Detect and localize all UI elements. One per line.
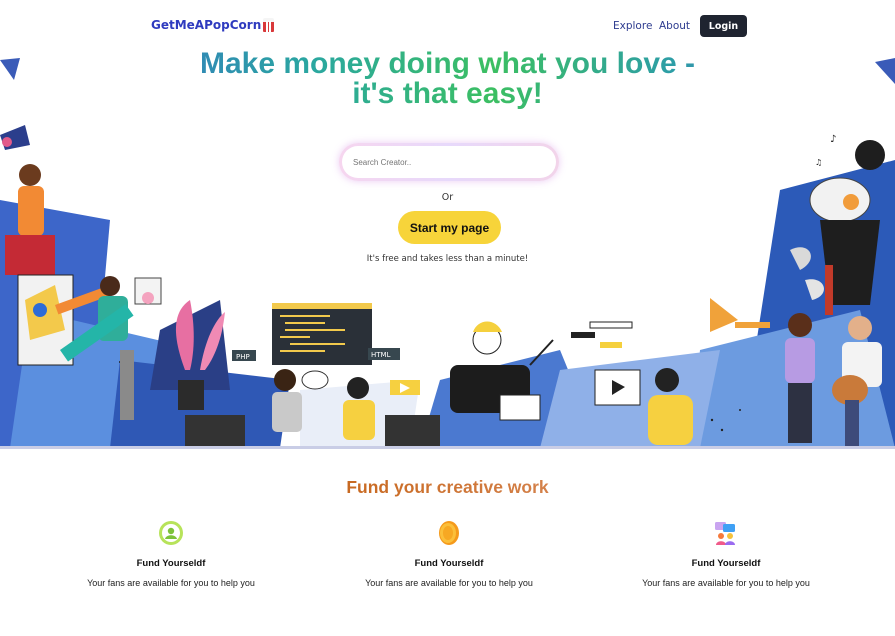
- hero-divider: [0, 446, 895, 449]
- svg-text:PHP: PHP: [236, 353, 250, 361]
- nav-link-explore[interactable]: Explore: [613, 20, 652, 32]
- hero-headline-line1: Make money doing what you love -: [199, 50, 696, 80]
- feature-description: Your fans are available for you to help …: [87, 578, 255, 588]
- feature-card: Fund Yourseldf Your fans are available f…: [334, 518, 564, 588]
- brand-logo[interactable]: GetMeAPopCorn: [151, 18, 275, 32]
- feature-title: Fund Yourseldf: [136, 558, 206, 569]
- svg-text:♫: ♫: [815, 158, 822, 167]
- popcorn-icon: [263, 18, 275, 32]
- people-chat-icon: [711, 518, 741, 548]
- feature-title: Fund Yourseldf: [691, 558, 761, 569]
- login-button[interactable]: Login: [700, 15, 747, 37]
- brand-name: GetMeAPopCorn: [151, 18, 262, 32]
- feature-description: Your fans are available for you to help …: [642, 578, 810, 588]
- svg-text:HTML: HTML: [371, 351, 391, 359]
- hero-headline-line2: it's that easy!: [352, 77, 543, 110]
- feature-card: Fund Yourseldf Your fans are available f…: [56, 518, 286, 588]
- coin-icon: [434, 518, 464, 548]
- svg-text:♪: ♪: [830, 134, 836, 145]
- feature-description: Your fans are available for you to help …: [365, 578, 533, 588]
- features-title: Fund your creative work: [0, 477, 895, 498]
- start-my-page-button[interactable]: Start my page: [398, 211, 501, 244]
- feature-title: Fund Yourseldf: [414, 558, 484, 569]
- search-container: [339, 143, 559, 181]
- feature-card: Fund Yourseldf Your fans are available f…: [611, 518, 841, 588]
- nav-link-about[interactable]: About: [659, 20, 690, 32]
- hero-subtext: It's free and takes less than a minute!: [366, 254, 529, 264]
- user-circle-icon: [156, 518, 186, 548]
- navbar: GetMeAPopCorn Explore About Login: [0, 0, 895, 50]
- hero-section: PHP HTML ♪ ♫ Make money doing what you l…: [0, 50, 895, 448]
- or-separator: Or: [441, 192, 454, 203]
- hero-headline: Make money doing what you love - it's th…: [0, 50, 895, 109]
- search-creator-input[interactable]: [342, 146, 556, 178]
